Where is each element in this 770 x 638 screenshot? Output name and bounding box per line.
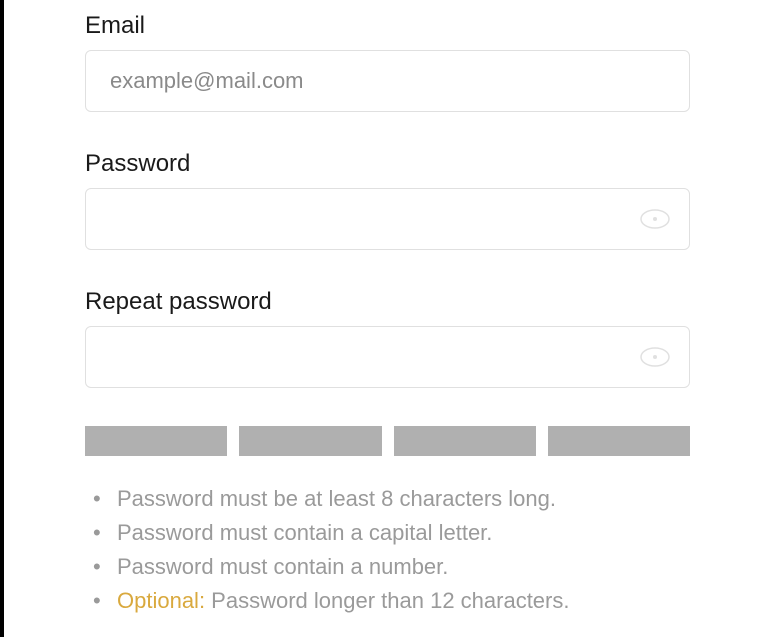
optional-prefix: Optional: xyxy=(117,588,205,613)
eye-icon[interactable] xyxy=(640,347,670,367)
strength-bar xyxy=(85,426,227,456)
repeat-password-label: Repeat password xyxy=(85,288,690,316)
repeat-password-input-wrapper xyxy=(85,326,690,388)
password-strength-meter xyxy=(85,426,690,456)
strength-bar xyxy=(548,426,690,456)
password-requirements: Password must be at least 8 characters l… xyxy=(85,482,690,618)
eye-icon[interactable] xyxy=(640,209,670,229)
requirement-item-optional: Optional: Password longer than 12 charac… xyxy=(93,584,690,618)
password-label: Password xyxy=(85,150,690,178)
signup-form: Email Password Repeat password xyxy=(0,0,770,638)
requirement-item: Password must contain a capital letter. xyxy=(93,516,690,550)
email-group: Email xyxy=(85,12,690,112)
repeat-password-group: Repeat password xyxy=(85,288,690,388)
email-label: Email xyxy=(85,12,690,40)
requirement-item: Password must be at least 8 characters l… xyxy=(93,482,690,516)
email-input-wrapper xyxy=(85,50,690,112)
password-field[interactable] xyxy=(85,188,690,250)
optional-text: Password longer than 12 characters. xyxy=(205,588,569,613)
email-field[interactable] xyxy=(85,50,690,112)
requirement-item: Password must contain a number. xyxy=(93,550,690,584)
left-border xyxy=(0,0,4,637)
strength-bar xyxy=(239,426,381,456)
password-input-wrapper xyxy=(85,188,690,250)
password-group: Password xyxy=(85,150,690,250)
repeat-password-field[interactable] xyxy=(85,326,690,388)
strength-bar xyxy=(394,426,536,456)
